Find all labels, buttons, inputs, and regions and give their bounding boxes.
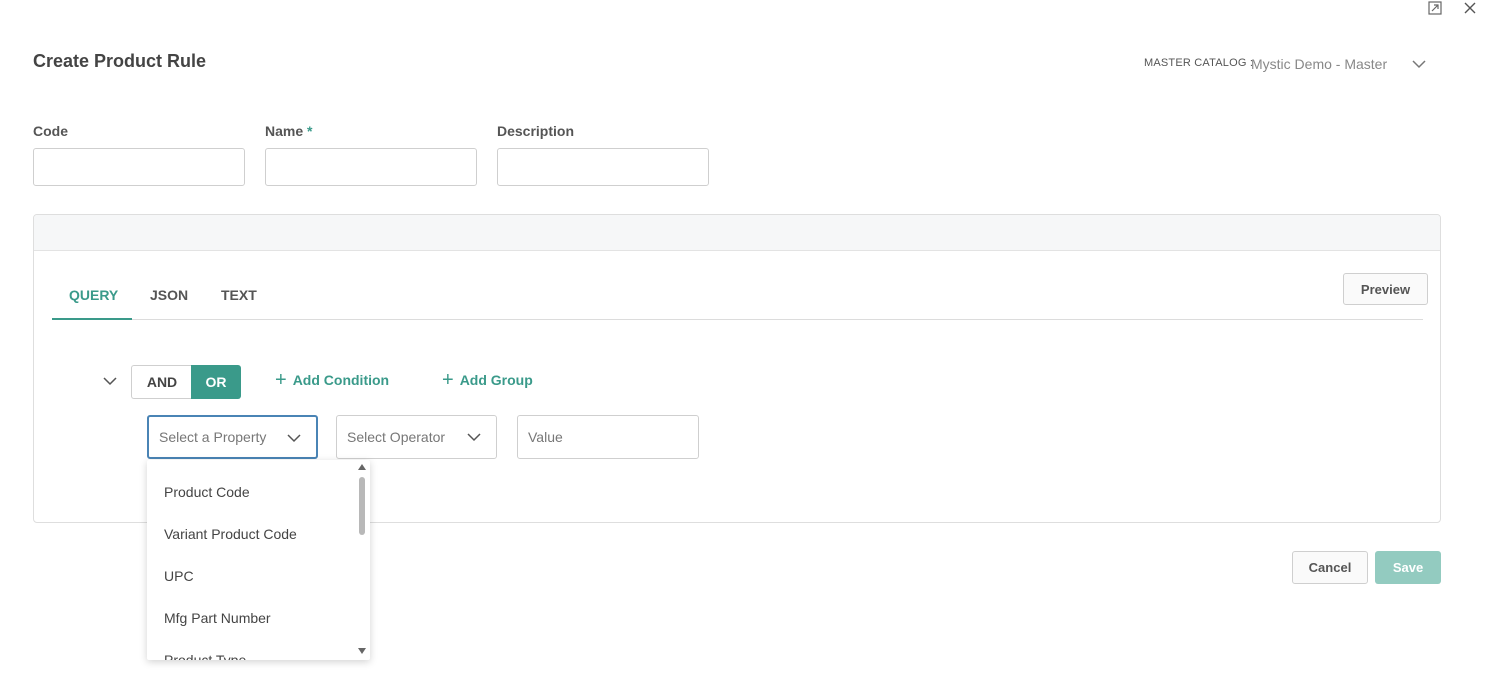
master-catalog-label: MASTER CATALOG :	[1144, 57, 1254, 69]
required-marker: *	[307, 123, 313, 139]
panel-header	[34, 215, 1440, 251]
page-title: Create Product Rule	[33, 51, 207, 71]
master-catalog-value[interactable]: Mystic Demo - Master	[1251, 56, 1387, 72]
dropdown-option[interactable]: Variant Product Code	[164, 526, 297, 542]
chevron-down-icon	[287, 434, 301, 443]
plus-icon: +	[275, 369, 287, 391]
operator-select[interactable]: Select Operator	[336, 415, 497, 459]
scroll-up-arrow-icon[interactable]	[357, 463, 367, 471]
add-condition-button[interactable]: + Add Condition	[275, 369, 390, 391]
tab-text[interactable]: TEXT	[221, 287, 257, 303]
tab-json[interactable]: JSON	[150, 287, 188, 303]
add-condition-label: Add Condition	[292, 372, 390, 388]
chevron-down-icon	[467, 433, 481, 442]
save-button[interactable]: Save	[1375, 551, 1441, 584]
code-label: Code	[33, 123, 68, 139]
dropdown-option[interactable]: UPC	[164, 568, 194, 584]
and-toggle-button[interactable]: AND	[131, 365, 192, 399]
tab-query[interactable]: QUERY	[69, 287, 118, 303]
add-group-label: Add Group	[459, 372, 533, 388]
value-input[interactable]: Value	[517, 415, 699, 459]
code-input[interactable]	[33, 148, 245, 186]
description-input[interactable]	[497, 148, 709, 186]
description-label: Description	[497, 123, 575, 139]
scroll-down-arrow-icon[interactable]	[357, 647, 367, 655]
preview-button[interactable]: Preview	[1343, 273, 1428, 305]
scrollbar-thumb[interactable]	[359, 477, 365, 535]
close-icon	[1464, 2, 1476, 14]
property-select[interactable]: Select a Property	[147, 415, 318, 459]
name-label-text: Name	[265, 123, 304, 139]
collapse-group-chevron-icon[interactable]	[101, 373, 119, 389]
cancel-button[interactable]: Cancel	[1292, 551, 1368, 584]
or-toggle-button[interactable]: OR	[191, 365, 241, 399]
tabs-divider	[52, 319, 1423, 320]
active-tab-indicator	[52, 318, 132, 320]
add-group-button[interactable]: + Add Group	[442, 369, 533, 391]
property-dropdown-list[interactable]: Product Code Variant Product Code UPC Mf…	[147, 460, 370, 660]
chevron-down-icon[interactable]	[1410, 56, 1428, 72]
operator-select-placeholder: Select Operator	[347, 429, 446, 445]
name-label: Name *	[265, 123, 312, 139]
maximize-button[interactable]	[1427, 0, 1443, 16]
dropdown-scrollbar[interactable]	[357, 460, 367, 660]
dropdown-option[interactable]: Mfg Part Number	[164, 610, 271, 626]
name-input[interactable]	[265, 148, 477, 186]
close-button[interactable]	[1462, 0, 1478, 16]
value-input-placeholder: Value	[528, 429, 563, 445]
plus-icon: +	[442, 369, 454, 391]
property-select-placeholder: Select a Property	[159, 429, 267, 445]
dropdown-option[interactable]: Product Code	[164, 484, 250, 500]
maximize-icon	[1428, 1, 1442, 15]
dropdown-option[interactable]: Product Type	[164, 652, 246, 660]
